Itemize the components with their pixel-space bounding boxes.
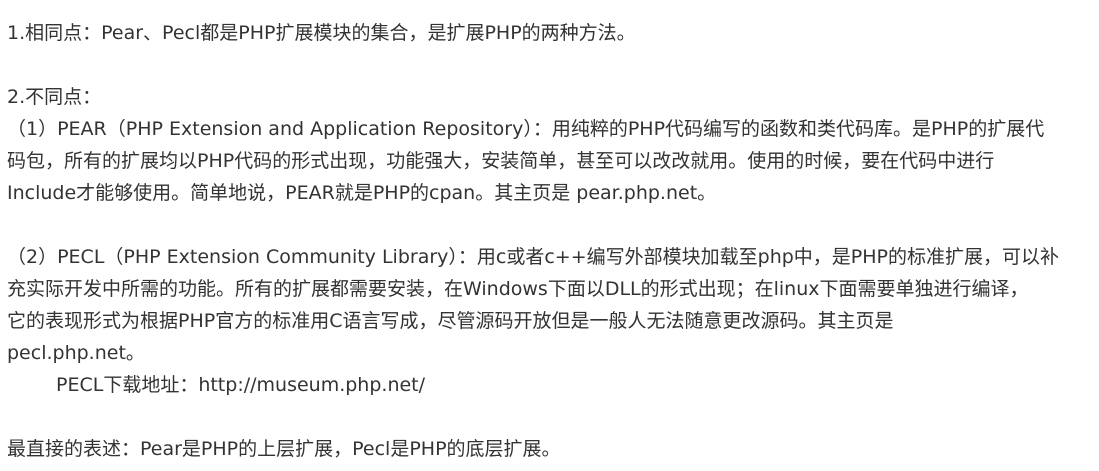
pear-paragraph-line-1: （1）PEAR（PHP Extension and Application Re… xyxy=(7,118,1045,140)
pecl-paragraph-line-3: 它的表现形式为根据PHP官方的标准用C语言写成，尽管源码开放但是一般人无法随意更… xyxy=(7,310,894,332)
pear-paragraph-line-3: Include才能够使用。简单地说，PEAR就是PHP的cpan。其主页是 pe… xyxy=(7,182,717,204)
pecl-download-line: PECL下载地址：http://museum.php.net/ xyxy=(56,374,426,396)
difference-heading: 2.不同点： xyxy=(7,86,102,108)
similarity-paragraph: 1.相同点：Pear、Pecl都是PHP扩展模块的集合，是扩展PHP的两种方法。 xyxy=(7,22,636,44)
pecl-paragraph-line-2: 充实际开发中所需的功能。所有的扩展都需要安装，在Windows下面以DLL的形式… xyxy=(7,278,1029,300)
article-body: 1.相同点：Pear、Pecl都是PHP扩展模块的集合，是扩展PHP的两种方法。… xyxy=(0,0,1099,471)
pear-paragraph-line-2: 码包，所有的扩展均以PHP代码的形式出现，功能强大，安装简单，甚至可以改改就用。… xyxy=(7,150,995,172)
pecl-paragraph-line-4: pecl.php.net。 xyxy=(7,342,145,364)
summary-paragraph: 最直接的表述：Pear是PHP的上层扩展，Pecl是PHP的底层扩展。 xyxy=(7,438,561,460)
pecl-paragraph-line-1: （2）PECL（PHP Extension Community Library）… xyxy=(7,246,1059,268)
